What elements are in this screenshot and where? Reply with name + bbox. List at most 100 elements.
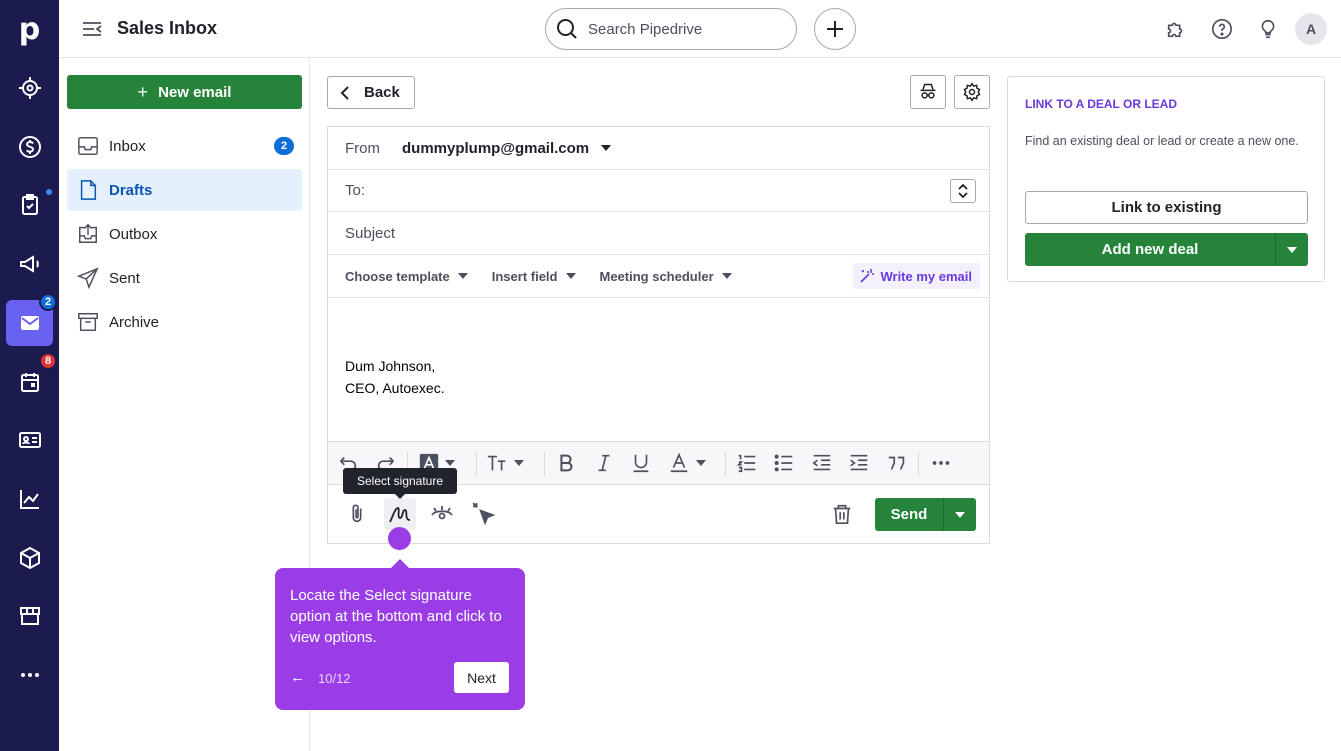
to-row[interactable]: To:: [328, 170, 989, 212]
add-deal-options-dropdown[interactable]: [1276, 233, 1308, 266]
tracking-button[interactable]: [428, 500, 456, 528]
indent-button[interactable]: [848, 451, 870, 475]
link-tracking-button[interactable]: [470, 500, 498, 528]
rail-deals-button[interactable]: [6, 124, 53, 170]
search-input[interactable]: [588, 20, 768, 38]
folder-inbox[interactable]: Inbox 2: [67, 125, 302, 167]
send-paper-plane-icon: [77, 267, 99, 289]
bold-icon: [560, 454, 573, 472]
text-size-icon: [487, 455, 506, 471]
search-icon: [557, 19, 577, 39]
rail-products-button[interactable]: [6, 535, 53, 581]
back-label: Back: [364, 84, 400, 101]
paperclip-icon: [352, 504, 362, 523]
rail-marketplace-button[interactable]: [6, 593, 53, 639]
dollar-icon: [18, 136, 41, 158]
rail-leads-button[interactable]: [6, 65, 53, 111]
tips-button[interactable]: [1245, 6, 1291, 52]
more-formatting-button[interactable]: [930, 451, 952, 475]
collapse-menu-icon[interactable]: [81, 18, 103, 40]
recipient-expand-toggle[interactable]: [950, 179, 976, 203]
spy-privacy-icon: [920, 83, 936, 99]
send-button[interactable]: Send: [875, 498, 976, 531]
from-address-select[interactable]: dummyplump@gmail.com: [402, 140, 589, 157]
rail-activities-button[interactable]: [6, 182, 53, 228]
chevron-down-icon: [457, 273, 468, 279]
clipboard-check-icon: [21, 194, 38, 215]
rail-insights-button[interactable]: [6, 476, 53, 522]
toolbar-divider: [544, 452, 545, 476]
rail-calendar-button[interactable]: 8: [6, 352, 57, 405]
quote-button[interactable]: [886, 451, 908, 475]
folder-archive[interactable]: Archive: [67, 301, 302, 343]
gear-icon: [963, 82, 981, 102]
tour-next-button[interactable]: Next: [454, 662, 509, 693]
help-circle-icon: [1212, 19, 1232, 39]
folder-outbox[interactable]: Outbox: [67, 213, 302, 255]
bold-button[interactable]: [555, 451, 577, 475]
outdent-button[interactable]: [811, 451, 833, 475]
delete-draft-button[interactable]: [828, 500, 856, 528]
rail-more-button[interactable]: [6, 652, 53, 698]
plus-icon: +: [137, 81, 149, 102]
draft-document-icon: [80, 180, 97, 200]
insert-field-dropdown[interactable]: Insert field: [492, 269, 576, 284]
cursor-click-icon: [472, 502, 496, 526]
rail-mail-button[interactable]: 2: [6, 293, 57, 346]
select-signature-button[interactable]: [384, 498, 416, 530]
tour-back-arrow-icon[interactable]: ←: [290, 669, 305, 686]
more-dots-icon: [932, 461, 950, 465]
bullet-list-button[interactable]: [773, 451, 795, 475]
chart-line-icon: [19, 490, 39, 509]
link-existing-button[interactable]: Link to existing: [1025, 191, 1308, 224]
underline-button[interactable]: [630, 451, 652, 475]
email-body[interactable]: Dum Johnson, CEO, Autoexec.: [345, 355, 445, 399]
search-box[interactable]: [545, 8, 797, 50]
folder-drafts[interactable]: Drafts: [67, 169, 302, 211]
folder-label: Archive: [109, 313, 160, 331]
rail-contacts-button[interactable]: [6, 417, 53, 463]
font-size-dropdown[interactable]: [486, 451, 524, 475]
write-my-email-button[interactable]: Write my email: [853, 263, 980, 289]
avatar[interactable]: A: [1295, 13, 1327, 45]
quick-add-button[interactable]: [814, 8, 856, 50]
send-options-dropdown[interactable]: [944, 511, 976, 518]
back-button[interactable]: Back: [327, 76, 415, 109]
extensions-button[interactable]: [1153, 6, 1199, 52]
top-actions: A: [1153, 0, 1341, 58]
settings-button[interactable]: [954, 75, 990, 109]
italic-icon: [598, 454, 610, 472]
privacy-button[interactable]: [910, 75, 946, 109]
rail-campaigns-button[interactable]: [6, 241, 53, 287]
text-color-dropdown[interactable]: [668, 451, 706, 475]
subject-input[interactable]: [345, 224, 945, 242]
compose-toolbar: Choose template Insert field Meeting sch…: [328, 255, 989, 298]
add-new-deal-button[interactable]: Add new deal: [1025, 233, 1308, 266]
indent-icon: [850, 454, 868, 471]
attach-button[interactable]: [343, 500, 371, 528]
from-label: From: [345, 139, 380, 157]
help-button[interactable]: [1199, 6, 1245, 52]
contact-card-icon: [18, 432, 41, 448]
tour-beacon[interactable]: [388, 527, 411, 550]
pipedrive-logo[interactable]: p: [0, 0, 59, 58]
choose-template-dropdown[interactable]: Choose template: [345, 269, 468, 284]
chevron-down-icon[interactable]: [601, 145, 612, 151]
folder-sent[interactable]: Sent: [67, 257, 302, 299]
italic-button[interactable]: [593, 451, 615, 475]
chevron-down-icon: [696, 460, 706, 466]
text-color-icon: [670, 452, 688, 473]
new-email-button[interactable]: + New email: [67, 75, 302, 109]
page-title: Sales Inbox: [117, 18, 218, 38]
tour-instruction: Locate the Select signature option at th…: [290, 587, 502, 646]
puzzle-icon: [1167, 22, 1183, 38]
bullet-list-icon: [774, 454, 793, 472]
toolbar-divider: [725, 452, 726, 476]
select-signature-tooltip: Select signature: [343, 468, 457, 499]
outbox-icon: [79, 223, 97, 243]
folder-label: Inbox: [109, 137, 146, 155]
folder-label: Outbox: [109, 225, 158, 243]
quote-icon: [888, 456, 905, 470]
meeting-scheduler-dropdown[interactable]: Meeting scheduler: [600, 269, 732, 284]
numbered-list-button[interactable]: [736, 451, 758, 475]
